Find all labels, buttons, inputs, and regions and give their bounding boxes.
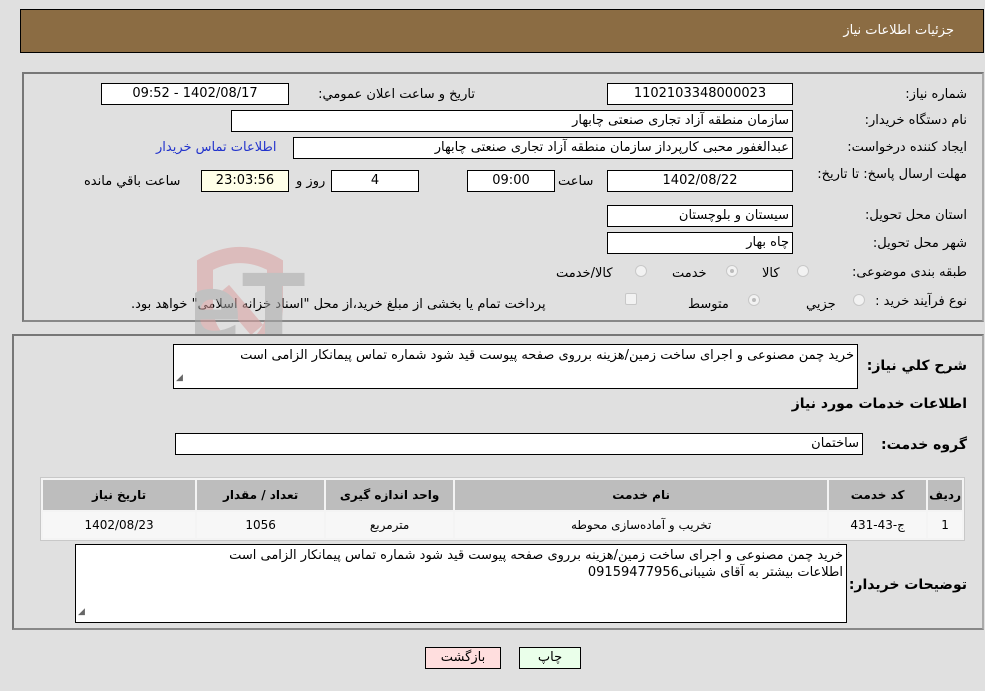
cell-need-date: 1402/08/23: [43, 512, 196, 538]
city-label: شهر محل تحویل:: [872, 236, 967, 251]
buyer-notes-field[interactable]: خرید چمن مصنوعی و اجرای ساخت زمین/هزینه …: [75, 544, 847, 623]
province-field[interactable]: سیستان و بلوچستان: [607, 205, 793, 227]
need-number-label: شماره نیاز:: [905, 87, 967, 102]
cell-row-number: 1: [928, 512, 962, 538]
services-section-title: اطلاعات خدمات مورد نیاز: [791, 396, 967, 412]
resize-grip-icon[interactable]: ◢: [176, 370, 183, 387]
general-desc-label: شرح کلي نیاز:: [866, 358, 967, 374]
need-number-field[interactable]: 1102103348000023: [607, 83, 793, 105]
treasury-note: پرداخت تمام یا بخشی از مبلغ خرید،از محل …: [131, 297, 546, 312]
col-header-need-date: تاریخ نیاز: [43, 480, 196, 510]
general-desc-field[interactable]: خرید چمن مصنوعی و اجرای ساخت زمین/هزینه …: [173, 344, 858, 389]
service-group-label: گروه خدمت:: [881, 437, 967, 453]
table-header-row: ردیف کد خدمت نام خدمت واحد اندازه گیری ت…: [43, 480, 962, 510]
page-title: جزئیات اطلاعات نیاز: [843, 23, 954, 38]
province-label: استان محل تحویل:: [865, 208, 967, 223]
buyer-contact-link[interactable]: اطلاعات تماس خریدار: [156, 140, 276, 155]
process-radio-minor[interactable]: [853, 294, 865, 306]
category-option-goods: کالا: [762, 266, 780, 281]
cell-service-name: تخریب و آماده‌سازی محوطه: [455, 512, 828, 538]
col-header-service-code: کد خدمت: [829, 480, 927, 510]
creator-label: ایجاد کننده درخواست:: [847, 140, 967, 155]
category-option-goods-service: کالا/خدمت: [556, 266, 613, 281]
services-table: ردیف کد خدمت نام خدمت واحد اندازه گیری ت…: [40, 477, 965, 541]
col-header-service-name: نام خدمت: [455, 480, 828, 510]
deadline-label: مهلت ارسال پاسخ: تا تاریخ:: [817, 167, 967, 182]
print-button[interactable]: چاپ: [519, 647, 581, 669]
process-option-minor: جزيي: [806, 297, 836, 312]
table-row: 1 ج-43-431 تخریب و آماده‌سازی محوطه مترم…: [43, 512, 962, 538]
deadline-date-field[interactable]: 1402/08/22: [607, 170, 793, 192]
buyer-org-field[interactable]: سازمان منطقه آزاد تجاری صنعتی چابهار: [231, 110, 793, 132]
process-option-medium: متوسط: [688, 297, 729, 312]
deadline-time-field[interactable]: 09:00: [467, 170, 555, 192]
col-header-unit: واحد اندازه گیری: [326, 480, 454, 510]
days-remaining-field[interactable]: 4: [331, 170, 419, 192]
process-label: نوع فرآیند خرید :: [875, 294, 967, 309]
back-button[interactable]: بازگشت: [425, 647, 501, 669]
creator-field[interactable]: عبدالغفور محبی کارپرداز سازمان منطقه آزا…: [293, 137, 793, 159]
announce-date-label: تاریخ و ساعت اعلان عمومي:: [318, 87, 475, 102]
remaining-time-label: ساعت باقي مانده: [84, 174, 181, 189]
cell-quantity: 1056: [197, 512, 325, 538]
announce-date-field[interactable]: 1402/08/17 - 09:52: [101, 83, 289, 105]
cell-unit: مترمربع: [326, 512, 454, 538]
category-radio-goods[interactable]: [797, 265, 809, 277]
city-field[interactable]: چاه بهار: [607, 232, 793, 254]
resize-grip-icon[interactable]: ◢: [78, 604, 85, 621]
buyer-notes-line-1: خرید چمن مصنوعی و اجرای ساخت زمین/هزینه …: [229, 548, 843, 563]
category-option-service: خدمت: [672, 266, 707, 281]
process-radio-medium[interactable]: [748, 294, 760, 306]
treasury-checkbox[interactable]: [625, 293, 637, 305]
page-header: جزئیات اطلاعات نیاز: [20, 9, 984, 53]
deadline-time-label: ساعت: [558, 174, 594, 189]
buyer-notes-label: توضیحات خریدار:: [848, 577, 967, 593]
category-radio-goods-service[interactable]: [635, 265, 647, 277]
category-radio-service[interactable]: [726, 265, 738, 277]
general-desc-text: خرید چمن مصنوعی و اجرای ساخت زمین/هزینه …: [240, 348, 854, 363]
col-header-quantity: تعداد / مقدار: [197, 480, 325, 510]
service-group-field[interactable]: ساختمان: [175, 433, 863, 455]
category-label: طبقه بندی موضوعی:: [851, 265, 967, 280]
days-label: روز و: [296, 174, 326, 189]
buyer-org-label: نام دستگاه خریدار:: [864, 113, 967, 128]
col-header-row-number: ردیف: [928, 480, 962, 510]
buyer-notes-line-2: اطلاعات بیشتر به آقای شیبانی09159477956: [587, 565, 843, 580]
remaining-time-field: 23:03:56: [201, 170, 289, 192]
cell-service-code: ج-43-431: [829, 512, 927, 538]
